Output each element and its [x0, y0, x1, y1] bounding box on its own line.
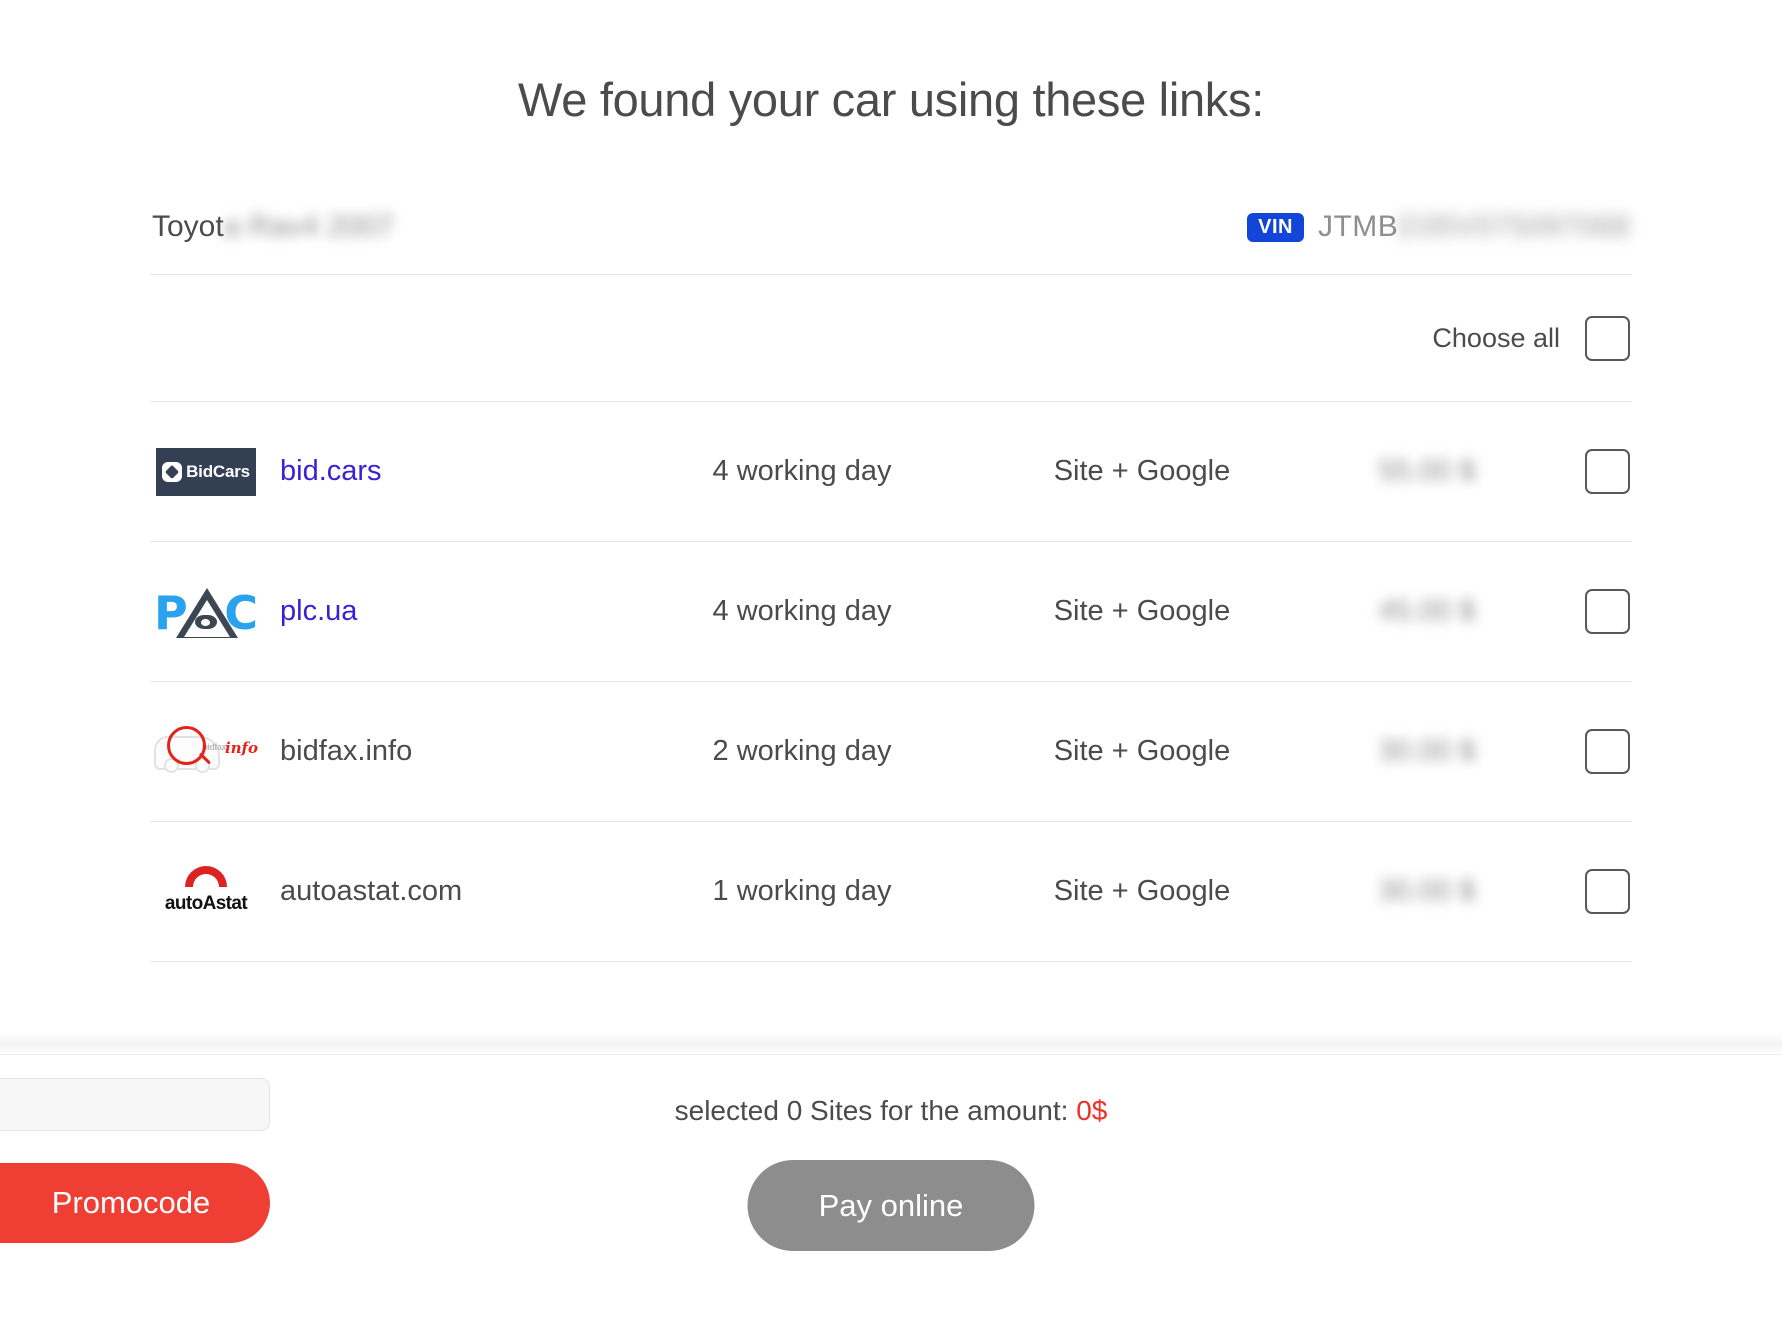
promocode-button[interactable]: Promocode: [0, 1163, 270, 1243]
bidcars-mark-icon: [162, 461, 183, 482]
site-price: 30.00 $: [1378, 735, 1476, 768]
car-name: Toyota Rav4 2007: [152, 210, 394, 244]
car-header: Toyota Rav4 2007 VIN JTMBD35V075097068: [150, 210, 1632, 276]
choose-all-label: Choose all: [1432, 322, 1560, 353]
selection-summary: selected 0 Sites for the amount: 0$: [0, 1095, 1782, 1127]
site-type: Site + Google: [1053, 595, 1231, 628]
vin-redacted: D35V075097068: [1398, 210, 1630, 244]
autoastat-logo-text: autoAstat: [154, 893, 258, 915]
site-checkbox[interactable]: [1585, 589, 1630, 635]
table-row: BidCars bid.cars 4 working day Site + Go…: [150, 402, 1632, 543]
bidcars-logo-icon: BidCars: [156, 447, 256, 496]
vin-badge: VIN: [1247, 212, 1304, 242]
site-checkbox-cell: [1542, 589, 1632, 635]
bidfax-logo-icon: bidfax info: [154, 724, 258, 780]
car-name-redacted: a Rav4 2007: [223, 210, 394, 244]
choose-all-checkbox[interactable]: [1585, 315, 1630, 361]
page-title: We found your car using these links:: [518, 73, 1264, 126]
site-checkbox[interactable]: [1585, 449, 1630, 495]
site-price: 45.00 $: [1378, 595, 1476, 628]
table-row: autoAstat autoastat.com 1 working day Si…: [150, 822, 1632, 963]
site-checkbox-cell: [1542, 449, 1632, 495]
plc-pupil-icon: [201, 618, 210, 626]
results-panel: Toyota Rav4 2007 VIN JTMBD35V075097068 C…: [150, 128, 1632, 963]
site-price: 30.00 $: [1378, 875, 1476, 908]
site-link[interactable]: bidfax.info: [262, 735, 632, 768]
plc-logo-icon: P C: [154, 584, 258, 640]
choose-all-row: Choose all: [150, 275, 1632, 403]
pay-online-button[interactable]: Pay online: [747, 1160, 1035, 1251]
autoastat-logo-lower: auto: [164, 892, 203, 914]
site-type: Site + Google: [1053, 455, 1231, 488]
site-logo-cell: autoAstat: [150, 865, 262, 918]
footer-separator: [0, 1032, 1782, 1055]
site-type: Site + Google: [1053, 735, 1231, 768]
autoastat-logo-icon: autoAstat: [154, 865, 258, 918]
site-logo-cell: bidfax info: [150, 724, 262, 780]
site-logo-cell: P C: [150, 584, 262, 640]
site-type: Site + Google: [1053, 875, 1231, 908]
autoastat-arch-icon: [185, 865, 227, 887]
site-price: 55.00 $: [1378, 455, 1476, 488]
site-checkbox[interactable]: [1585, 729, 1630, 775]
summary-prefix: selected 0 Sites for the amount:: [674, 1095, 1069, 1126]
site-days: 2 working day: [712, 735, 892, 768]
site-checkbox[interactable]: [1585, 869, 1630, 915]
vin-value: JTMBD35V075097068: [1318, 210, 1630, 244]
site-checkbox-cell: [1542, 729, 1632, 775]
footer-bar: Promocode selected 0 Sites for the amoun…: [0, 1055, 1782, 1318]
site-days: 4 working day: [712, 595, 892, 628]
site-checkbox-cell: [1542, 869, 1632, 915]
site-days: 4 working day: [712, 455, 892, 488]
bidcars-logo-text: BidCars: [186, 461, 250, 481]
autoastat-logo-upper: Astat: [202, 892, 248, 914]
site-link[interactable]: bid.cars: [262, 455, 632, 488]
site-logo-cell: BidCars: [150, 447, 262, 496]
car-name-visible: Toyot: [152, 210, 224, 244]
table-row: P C plc.ua 4 working day Site + Google 4…: [150, 542, 1632, 683]
page-root: We found your car using these links: Toy…: [0, 0, 1782, 1318]
vin-group: VIN JTMBD35V075097068: [1247, 210, 1630, 244]
bidfax-logo-info: info: [224, 738, 258, 757]
magnifier-icon: [167, 725, 206, 765]
site-link[interactable]: plc.ua: [262, 595, 632, 628]
site-link[interactable]: autoastat.com: [262, 875, 632, 908]
vin-visible: JTMB: [1317, 210, 1399, 244]
table-row: bidfax info bidfax.info 2 working day Si…: [150, 682, 1632, 823]
summary-amount: 0$: [1076, 1095, 1108, 1126]
site-days: 1 working day: [712, 875, 892, 908]
